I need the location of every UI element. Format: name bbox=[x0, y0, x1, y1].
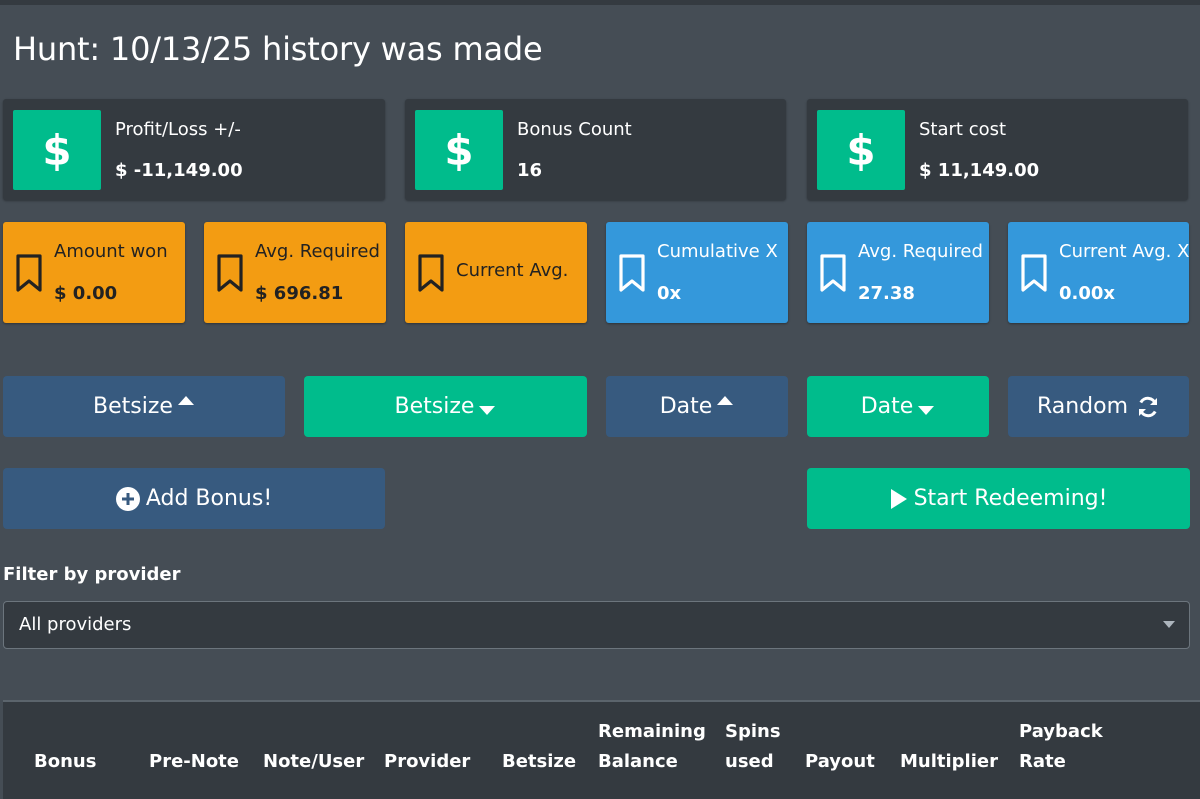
info-cumulative-x: Cumulative X 0x bbox=[606, 222, 788, 323]
select-value: All providers bbox=[19, 614, 132, 635]
info-value: $ 696.81 bbox=[255, 283, 344, 304]
button-label: Date bbox=[659, 394, 713, 419]
info-value: $ 0.00 bbox=[54, 283, 118, 304]
stat-start-cost: $ Start cost $ 11,149.00 bbox=[807, 99, 1188, 200]
stat-value: $ -11,149.00 bbox=[115, 160, 243, 181]
button-label: Date bbox=[860, 394, 914, 419]
page-title: Hunt: 10/13/25 history was made bbox=[13, 30, 543, 68]
column-header-pre-note[interactable]: Pre-Note bbox=[149, 747, 239, 777]
svg-text:$: $ bbox=[846, 127, 875, 173]
column-header-payout[interactable]: Payout bbox=[805, 747, 875, 777]
caret-down-icon bbox=[478, 405, 496, 417]
info-label: Cumulative X bbox=[657, 241, 778, 262]
svg-text:$: $ bbox=[42, 127, 71, 173]
sort-random-button[interactable]: Random bbox=[1008, 376, 1189, 437]
column-header-spins-used[interactable]: Spins used bbox=[725, 717, 781, 777]
play-icon bbox=[890, 488, 908, 510]
column-header-bonus[interactable]: Bonus bbox=[34, 747, 96, 777]
dollar-icon: $ bbox=[13, 110, 101, 190]
column-header-payback-rate[interactable]: Payback Rate bbox=[1019, 717, 1103, 777]
column-header-provider[interactable]: Provider bbox=[384, 747, 470, 777]
column-header-note-user[interactable]: Note/User bbox=[263, 747, 364, 777]
bookmark-icon bbox=[617, 253, 647, 297]
button-label: Start Redeeming! bbox=[913, 486, 1108, 511]
start-redeeming-button[interactable]: Start Redeeming! bbox=[807, 468, 1190, 529]
bookmark-icon bbox=[416, 253, 446, 297]
info-value: 0x bbox=[657, 283, 682, 304]
provider-select[interactable]: All providers bbox=[3, 601, 1190, 649]
sort-betsize-asc-button[interactable]: Betsize bbox=[3, 376, 285, 437]
bookmark-icon bbox=[14, 253, 44, 297]
sort-date-desc-button[interactable]: Date bbox=[807, 376, 989, 437]
column-header-multiplier[interactable]: Multiplier bbox=[900, 747, 998, 777]
caret-up-icon bbox=[716, 394, 734, 406]
info-value: 0.00x bbox=[1059, 283, 1116, 304]
button-label: Betsize bbox=[93, 394, 173, 419]
caret-down-icon bbox=[917, 405, 935, 417]
info-avg-required-x: Avg. Required X 27.38 bbox=[807, 222, 989, 323]
filter-label: Filter by provider bbox=[3, 564, 181, 585]
chevron-down-icon bbox=[1163, 621, 1175, 628]
info-amount-won: Amount won $ 0.00 bbox=[3, 222, 185, 323]
plus-circle-icon bbox=[115, 486, 140, 511]
column-header-remaining-balance[interactable]: Remaining Balance bbox=[598, 717, 706, 777]
dollar-icon: $ bbox=[817, 110, 905, 190]
bookmark-icon bbox=[1019, 253, 1049, 297]
stat-profit-loss: $ Profit/Loss +/- $ -11,149.00 bbox=[3, 99, 385, 200]
info-current-avg: Current Avg. bbox=[405, 222, 587, 323]
caret-up-icon bbox=[177, 394, 195, 406]
info-label: Avg. Required bbox=[255, 241, 380, 262]
bookmark-icon bbox=[215, 253, 245, 297]
button-label: Add Bonus! bbox=[145, 486, 273, 511]
top-bar bbox=[0, 0, 1200, 5]
stat-label: Bonus Count bbox=[517, 119, 632, 140]
stat-label: Profit/Loss +/- bbox=[115, 119, 241, 140]
svg-text:$: $ bbox=[444, 127, 473, 173]
column-header-betsize[interactable]: Betsize bbox=[502, 747, 576, 777]
refresh-icon bbox=[1136, 395, 1160, 419]
stat-value: 16 bbox=[517, 160, 543, 181]
table-header: Bonus Pre-Note Note/User Provider Betsiz… bbox=[3, 700, 1200, 799]
button-label: Betsize bbox=[394, 394, 475, 419]
sort-date-asc-button[interactable]: Date bbox=[606, 376, 788, 437]
info-label: Amount won bbox=[54, 241, 168, 262]
info-value: 27.38 bbox=[858, 283, 915, 304]
stat-bonus-count: $ Bonus Count 16 bbox=[405, 99, 786, 200]
bookmark-icon bbox=[818, 253, 848, 297]
info-label: Avg. Required X bbox=[858, 241, 989, 262]
info-avg-required: Avg. Required $ 696.81 bbox=[204, 222, 386, 323]
add-bonus-button[interactable]: Add Bonus! bbox=[3, 468, 385, 529]
stat-value: $ 11,149.00 bbox=[919, 160, 1040, 181]
button-label: Random bbox=[1036, 394, 1129, 419]
sort-betsize-desc-button[interactable]: Betsize bbox=[304, 376, 587, 437]
info-current-avg-x: Current Avg. X 0.00x bbox=[1008, 222, 1189, 323]
dollar-icon: $ bbox=[415, 110, 503, 190]
info-label: Current Avg. X bbox=[1059, 241, 1189, 262]
info-label: Current Avg. bbox=[456, 260, 569, 281]
stat-label: Start cost bbox=[919, 119, 1007, 140]
